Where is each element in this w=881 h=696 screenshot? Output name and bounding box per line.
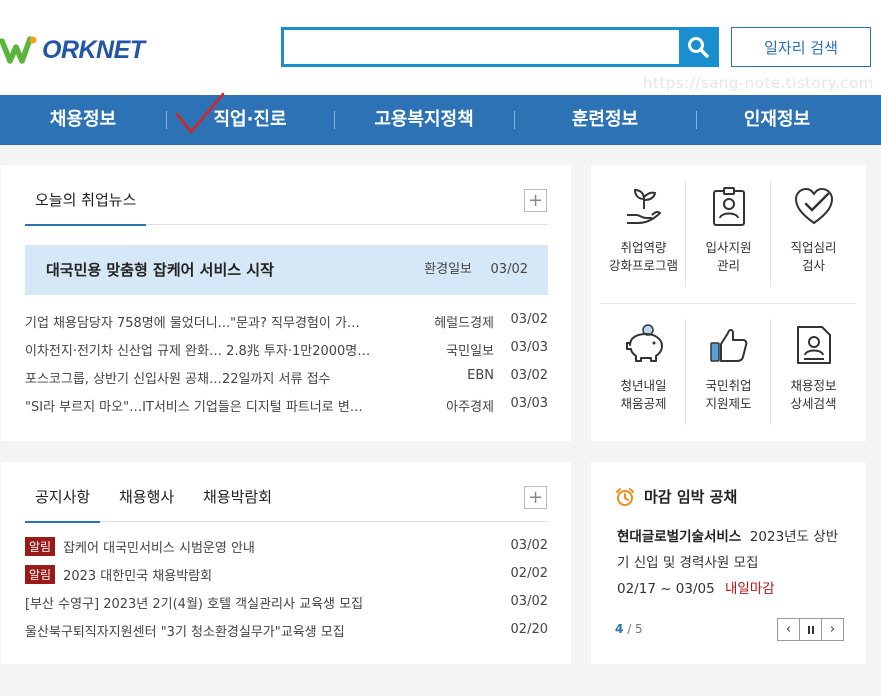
notices-more-button[interactable]: +: [524, 486, 547, 509]
news-item[interactable]: 이차전지·전기차 신산업 규제 완화… 2.8兆 투자·1만2000명… 국민일…: [25, 340, 548, 360]
header: ORKNET 일자리 검색 https://sang-note.tistory.…: [0, 0, 881, 96]
notice-item[interactable]: 울산북구퇴직자지원센터 "3기 청소환경실무가"교육생 모집 02/20: [25, 620, 548, 640]
notice-badge: 알림: [25, 564, 56, 584]
nav-item-talent[interactable]: 인재정보: [696, 95, 858, 145]
page-current: 4: [615, 622, 624, 636]
deadline-job[interactable]: 현대글로벌기술서비스 2023년도 상반기 신입 및 경력사원 모집: [617, 524, 847, 576]
logo-text: ORKNET: [42, 35, 145, 64]
plus-icon: +: [527, 486, 544, 508]
service-label: 국민취업 지원제도: [705, 378, 752, 411]
deadline-period: 02/17 ~ 03/05: [617, 581, 715, 597]
news-source: 국민일보: [446, 344, 494, 359]
main-nav: 채용정보 직업·진로 고용복지정책 훈련정보 인재정보: [0, 95, 881, 145]
service-label: 취업역량 강화프로그램: [608, 240, 678, 273]
service-employment-program[interactable]: 취업역량 강화프로그램: [601, 185, 686, 275]
pause-icon: [807, 625, 814, 634]
news-date: 03/02: [510, 368, 548, 383]
news-tab-header: 오늘의 취업뉴스 +: [25, 165, 547, 226]
alarm-clock-icon: [616, 487, 634, 506]
tab-job-fairs[interactable]: 채용박람회: [203, 486, 272, 521]
news-title: 기업 채용담당자 758명에 물었더니..."문과? 직무경험이 가…: [25, 316, 360, 331]
job-search-button[interactable]: 일자리 검색: [731, 27, 871, 67]
search-icon: [687, 37, 709, 58]
news-title: 포스코그룹, 상반기 신입사원 공채…22일까지 서류 접수: [25, 372, 331, 387]
worknet-logo[interactable]: ORKNET: [0, 30, 145, 70]
watermark: https://sang-note.tistory.com: [637, 70, 881, 96]
search-box: [281, 27, 719, 67]
headline-title: 대국민용 맞춤형 잡케어 서비스 시작: [46, 261, 274, 279]
page-total: / 5: [627, 622, 643, 636]
document-person-icon: [796, 326, 831, 364]
notice-date: 03/02: [510, 594, 548, 609]
pause-button[interactable]: [799, 618, 822, 641]
divider: [601, 303, 856, 304]
notice-title: 잡케어 대국민서비스 시범운영 안내: [63, 540, 255, 556]
news-card: 오늘의 취업뉴스 + 대국민용 맞춤형 잡케어 서비스 시작 환경일보 03/0…: [1, 165, 571, 441]
news-source: 아주경제: [446, 400, 494, 415]
deadline-page-indicator: 4 / 5: [615, 622, 643, 636]
news-title: 이차전지·전기차 신산업 규제 완화… 2.8兆 투자·1만2000명…: [25, 344, 371, 359]
news-title: "SI라 부르지 마오"…IT서비스 기업들은 디지털 파트너로 변…: [25, 400, 363, 415]
tab-notices[interactable]: 공지사항: [25, 486, 101, 523]
deadline-period-row: 02/17 ~ 03/05 내일마감: [617, 577, 775, 597]
deadline-pager: ‹ ›: [777, 618, 844, 641]
notice-item[interactable]: 알림 잡케어 대국민서비스 시범운영 안내 03/02: [25, 536, 548, 556]
notice-badge: 알림: [25, 536, 56, 556]
service-label: 입사지원 관리: [705, 240, 752, 273]
deadline-label: 내일마감: [725, 581, 775, 597]
id-badge-icon: [712, 187, 745, 226]
service-youth-savings[interactable]: 청년내일 채움공제: [601, 323, 686, 413]
headline-date: 03/02: [490, 262, 528, 277]
news-more-button[interactable]: +: [524, 189, 547, 212]
logo-w-icon: [0, 36, 37, 64]
service-national-employment[interactable]: 국민취업 지원제도: [686, 323, 771, 413]
notice-title: 울산북구퇴직자지원센터 "3기 청소환경실무가"교육생 모집: [25, 624, 345, 640]
news-source: EBN: [467, 368, 494, 383]
notice-date: 02/02: [510, 566, 548, 581]
next-button[interactable]: ›: [821, 618, 844, 641]
service-label: 채용정보 상세검색: [790, 378, 837, 411]
notices-card: 공지사항 채용행사 채용박람회 + 알림 잡케어 대국민서비스 시범운영 안내 …: [1, 462, 571, 664]
notice-title: [부산 수영구] 2023년 2기(4월) 호텔 객실관리사 교육생 모집: [25, 596, 364, 612]
tab-today-news[interactable]: 오늘의 취업뉴스: [25, 189, 147, 226]
notice-date: 03/02: [510, 538, 548, 553]
tab-recruit-events[interactable]: 채용행사: [119, 486, 174, 521]
headline-source: 환경일보: [424, 262, 472, 277]
service-application-manage[interactable]: 입사지원 관리: [686, 185, 771, 275]
piggy-bank-icon: [625, 324, 663, 362]
news-source: 헤럴드경제: [434, 316, 494, 331]
deadline-title: 마감 임박 공채: [615, 486, 737, 507]
heart-check-icon: [794, 187, 833, 225]
nav-item-training[interactable]: 훈련정보: [514, 95, 696, 145]
nav-item-recruit[interactable]: 채용정보: [0, 95, 166, 145]
thumbs-up-icon: [709, 329, 747, 362]
service-label: 직업심리 검사: [790, 240, 837, 273]
search-button[interactable]: [679, 30, 716, 64]
notice-date: 02/20: [510, 622, 548, 637]
red-checkmark-icon: [175, 92, 225, 134]
service-label: 청년내일 채움공제: [620, 378, 667, 411]
news-date: 03/03: [510, 340, 548, 355]
news-item[interactable]: 기업 채용담당자 758명에 물었더니..."문과? 직무경험이 가… 헤럴드경…: [25, 312, 548, 332]
search-input[interactable]: [284, 30, 679, 64]
notice-item[interactable]: [부산 수영구] 2023년 2기(4월) 호텔 객실관리사 교육생 모집 03…: [25, 592, 548, 612]
news-date: 03/03: [510, 396, 548, 411]
sprout-hand-icon: [626, 188, 661, 224]
news-item[interactable]: 포스코그룹, 상반기 신입사원 공채…22일까지 서류 접수 EBN 03/02: [25, 368, 548, 388]
deadline-title-text: 마감 임박 공채: [644, 488, 738, 506]
deadline-company: 현대글로벌기술서비스: [617, 529, 742, 545]
nav-item-welfare[interactable]: 고용복지정책: [334, 95, 514, 145]
notice-item[interactable]: 알림 2023 대한민국 채용박람회 02/02: [25, 564, 548, 584]
services-card: 취업역량 강화프로그램 입사지원 관리 직업심리 검사 청년내일 채움공제 국민…: [591, 165, 866, 441]
prev-button[interactable]: ‹: [777, 618, 800, 641]
deadline-card: 마감 임박 공채 현대글로벌기술서비스 2023년도 상반기 신입 및 경력사원…: [591, 462, 866, 664]
service-psych-test[interactable]: 직업심리 검사: [771, 185, 856, 275]
plus-icon: +: [527, 189, 544, 211]
news-item[interactable]: "SI라 부르지 마오"…IT서비스 기업들은 디지털 파트너로 변… 아주경제…: [25, 396, 548, 416]
news-headline[interactable]: 대국민용 맞춤형 잡케어 서비스 시작 환경일보 03/02: [25, 245, 548, 295]
news-date: 03/02: [510, 312, 548, 327]
notices-tab-header: 공지사항 채용행사 채용박람회 +: [25, 462, 547, 523]
service-detailed-search[interactable]: 채용정보 상세검색: [771, 323, 856, 413]
notice-title: 2023 대한민국 채용박람회: [63, 568, 213, 584]
